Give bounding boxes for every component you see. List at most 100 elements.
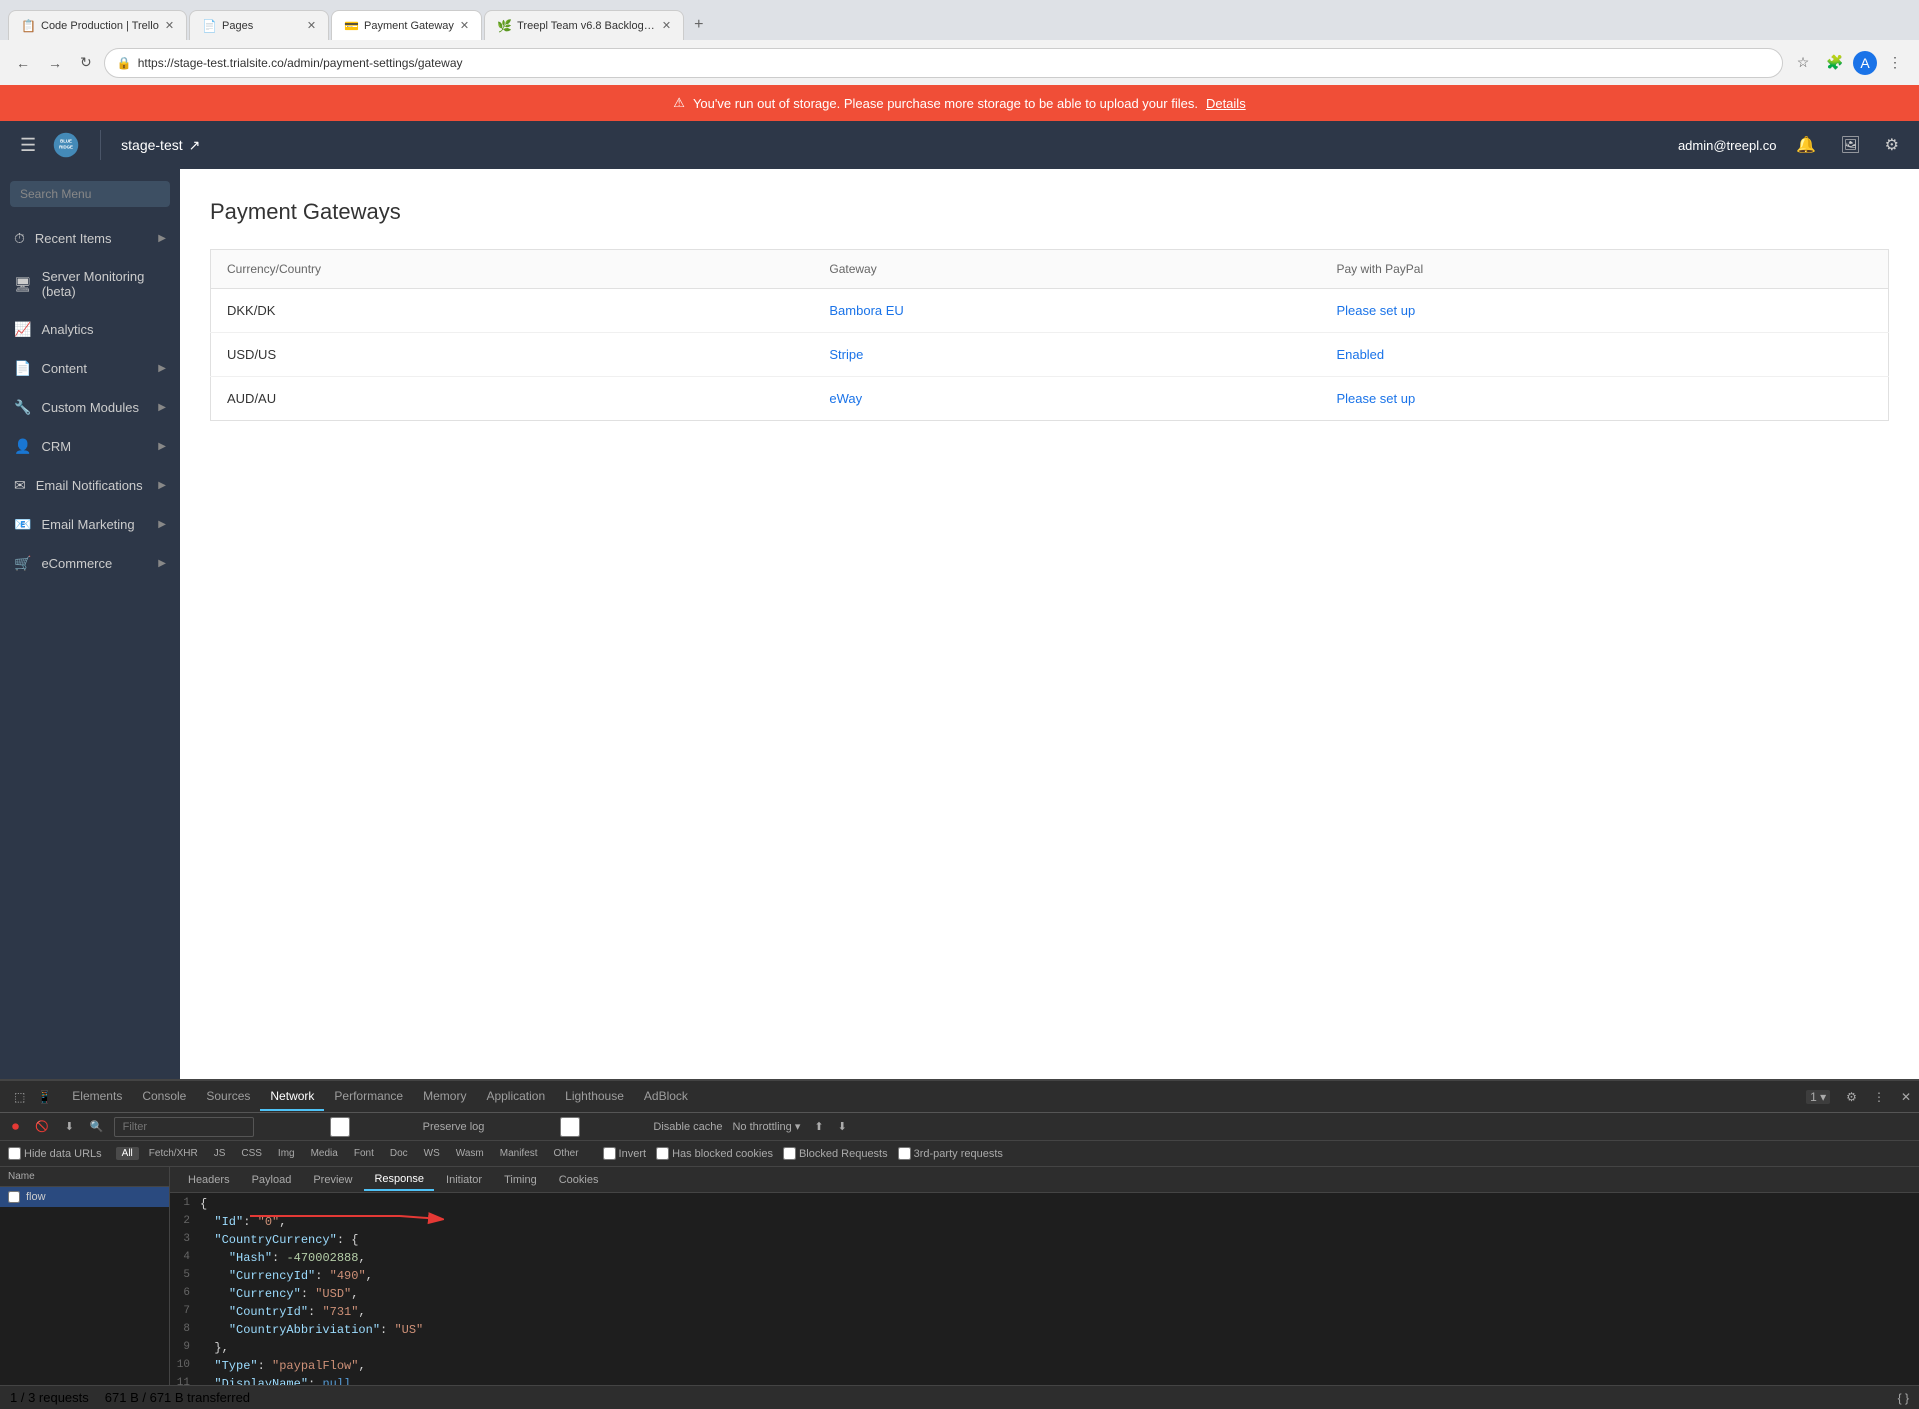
devtools-tab-network[interactable]: Network: [260, 1083, 324, 1111]
preserve-log-checkbox-label[interactable]: Preserve log: [260, 1117, 485, 1137]
subtab-initiator[interactable]: Initiator: [436, 1170, 492, 1190]
invert-checkbox[interactable]: [603, 1147, 616, 1160]
email-notifications-icon: ✉: [14, 477, 26, 494]
filter-tag-fetch[interactable]: Fetch/XHR: [143, 1147, 204, 1160]
disable-cache-checkbox[interactable]: [490, 1117, 650, 1137]
devtools-tab-adblock[interactable]: AdBlock: [634, 1083, 698, 1111]
cell-gateway-2[interactable]: eWay: [813, 377, 1320, 421]
request-flow[interactable]: flow: [0, 1187, 169, 1207]
gallery-button[interactable]: 🖼: [1836, 131, 1864, 159]
back-button[interactable]: ←: [10, 51, 36, 75]
cell-paypal-1[interactable]: Enabled: [1320, 333, 1888, 377]
cell-gateway-0[interactable]: Bambora EU: [813, 289, 1320, 333]
sidebar-item-email-marketing[interactable]: 📧 Email Marketing ▶: [0, 505, 180, 544]
devtools-tab-sources[interactable]: Sources: [196, 1083, 260, 1111]
subtab-headers[interactable]: Headers: [178, 1170, 240, 1190]
blocked-cookies-checkbox[interactable]: [656, 1147, 669, 1160]
third-party-requests-label[interactable]: 3rd-party requests: [898, 1147, 1003, 1160]
forward-button[interactable]: →: [42, 51, 68, 75]
blocked-requests-checkbox[interactable]: [783, 1147, 796, 1160]
devtools-close-icon[interactable]: ✕: [1897, 1088, 1915, 1106]
filter-tag-other[interactable]: Other: [548, 1147, 585, 1160]
settings-button[interactable]: ⚙: [1881, 131, 1903, 159]
menu-button[interactable]: ⋮: [1881, 49, 1909, 77]
filter-tag-font[interactable]: Font: [348, 1147, 380, 1160]
profile-button[interactable]: A: [1853, 51, 1877, 75]
trello-tab-close[interactable]: ✕: [165, 19, 174, 32]
cell-gateway-1[interactable]: Stripe: [813, 333, 1320, 377]
subtab-preview[interactable]: Preview: [303, 1170, 362, 1190]
devtools-tab-console[interactable]: Console: [132, 1083, 196, 1111]
filter-tag-img[interactable]: Img: [272, 1147, 301, 1160]
sidebar-item-recent-items[interactable]: ⏱ Recent Items ▶: [0, 219, 180, 258]
tab-payment[interactable]: 💳 Payment Gateway ✕: [331, 10, 482, 40]
throttling-select[interactable]: No throttling ▾: [728, 1120, 804, 1133]
line-content: "DisplayName": null,: [200, 1377, 1919, 1385]
search-input[interactable]: [10, 181, 170, 207]
search-button[interactable]: 🔍: [84, 1118, 110, 1135]
devtools-more-icon[interactable]: ⋮: [1869, 1088, 1889, 1106]
filter-tag-ws[interactable]: WS: [418, 1147, 446, 1160]
subtab-response[interactable]: Response: [364, 1169, 434, 1191]
code-line: 3 "CountryCurrency": {: [170, 1233, 1919, 1251]
filter-input[interactable]: [114, 1117, 254, 1137]
new-tab-button[interactable]: +: [686, 10, 711, 40]
preserve-log-checkbox[interactable]: [260, 1117, 420, 1137]
site-name[interactable]: stage-test ↗: [121, 137, 200, 154]
fetch-filter-button[interactable]: ⬇: [59, 1118, 80, 1135]
disable-cache-checkbox-label[interactable]: Disable cache: [490, 1117, 722, 1137]
sidebar-item-custom-modules[interactable]: 🔧 Custom Modules ▶: [0, 388, 180, 427]
treepl-tab-close[interactable]: ✕: [662, 19, 671, 32]
clear-button[interactable]: 🚫: [29, 1118, 55, 1135]
devtools-settings-icon[interactable]: ⚙: [1842, 1088, 1861, 1106]
blocked-cookies-label[interactable]: Has blocked cookies: [656, 1147, 773, 1160]
devtools-tab-performance[interactable]: Performance: [324, 1083, 413, 1111]
blocked-requests-label[interactable]: Blocked Requests: [783, 1147, 888, 1160]
email-marketing-icon: 📧: [14, 516, 31, 533]
devtools-tab-memory[interactable]: Memory: [413, 1083, 476, 1111]
tab-treepl[interactable]: 🌿 Treepl Team v6.8 Backlog - Boar... ✕: [484, 10, 684, 40]
subtab-payload[interactable]: Payload: [242, 1170, 302, 1190]
filter-tag-css[interactable]: CSS: [235, 1147, 268, 1160]
devtools-tab-elements[interactable]: Elements: [62, 1083, 132, 1111]
request-flow-checkbox[interactable]: [8, 1191, 20, 1203]
tab-trello[interactable]: 📋 Code Production | Trello ✕: [8, 10, 187, 40]
pages-tab-close[interactable]: ✕: [307, 19, 316, 32]
filter-tag-all[interactable]: All: [116, 1147, 139, 1160]
subtab-cookies[interactable]: Cookies: [549, 1170, 609, 1190]
sidebar-item-content[interactable]: 📄 Content ▶: [0, 349, 180, 388]
devtools-elements-icon[interactable]: ⬚: [8, 1090, 31, 1104]
address-input[interactable]: [138, 56, 1770, 70]
format-json-button[interactable]: { }: [1898, 1391, 1909, 1405]
devtools-mobile-icon[interactable]: 📱: [31, 1090, 58, 1104]
sidebar-item-analytics[interactable]: 📈 Analytics: [0, 310, 180, 349]
devtools-tab-application[interactable]: Application: [476, 1083, 555, 1111]
hamburger-menu-button[interactable]: ☰: [16, 131, 40, 160]
devtools-tab-lighthouse[interactable]: Lighthouse: [555, 1083, 634, 1111]
sidebar-item-email-notifications[interactable]: ✉ Email Notifications ▶: [0, 466, 180, 505]
notifications-button[interactable]: 🔔: [1792, 131, 1820, 159]
subtab-timing[interactable]: Timing: [494, 1170, 547, 1190]
reload-button[interactable]: ↻: [74, 50, 98, 75]
record-button[interactable]: ⏺: [6, 1116, 25, 1137]
tab-pages[interactable]: 📄 Pages ✕: [189, 10, 329, 40]
sidebar-item-server-monitoring[interactable]: 🖥 Server Monitoring (beta): [0, 258, 180, 310]
filter-tag-wasm[interactable]: Wasm: [450, 1147, 490, 1160]
extensions-button[interactable]: 🧩: [1821, 49, 1849, 77]
hide-data-urls-label[interactable]: Hide data URLs: [8, 1147, 102, 1160]
bookmark-button[interactable]: ☆: [1789, 49, 1817, 77]
alert-details-link[interactable]: Details: [1206, 96, 1246, 111]
cell-paypal-0[interactable]: Please set up: [1320, 289, 1888, 333]
sidebar-item-crm[interactable]: 👤 CRM ▶: [0, 427, 180, 466]
filter-tag-doc[interactable]: Doc: [384, 1147, 414, 1160]
filter-tag-manifest[interactable]: Manifest: [494, 1147, 544, 1160]
cell-paypal-2[interactable]: Please set up: [1320, 377, 1888, 421]
payment-tab-close[interactable]: ✕: [460, 19, 469, 32]
sidebar-item-ecommerce[interactable]: 🛒 eCommerce ▶: [0, 544, 180, 583]
hide-data-urls-checkbox[interactable]: [8, 1147, 21, 1160]
filter-tag-media[interactable]: Media: [305, 1147, 344, 1160]
address-bar[interactable]: 🔒: [104, 48, 1783, 78]
third-party-requests-checkbox[interactable]: [898, 1147, 911, 1160]
filter-tag-js[interactable]: JS: [208, 1147, 232, 1160]
sidebar-label-server-monitoring: Server Monitoring (beta): [42, 269, 166, 299]
